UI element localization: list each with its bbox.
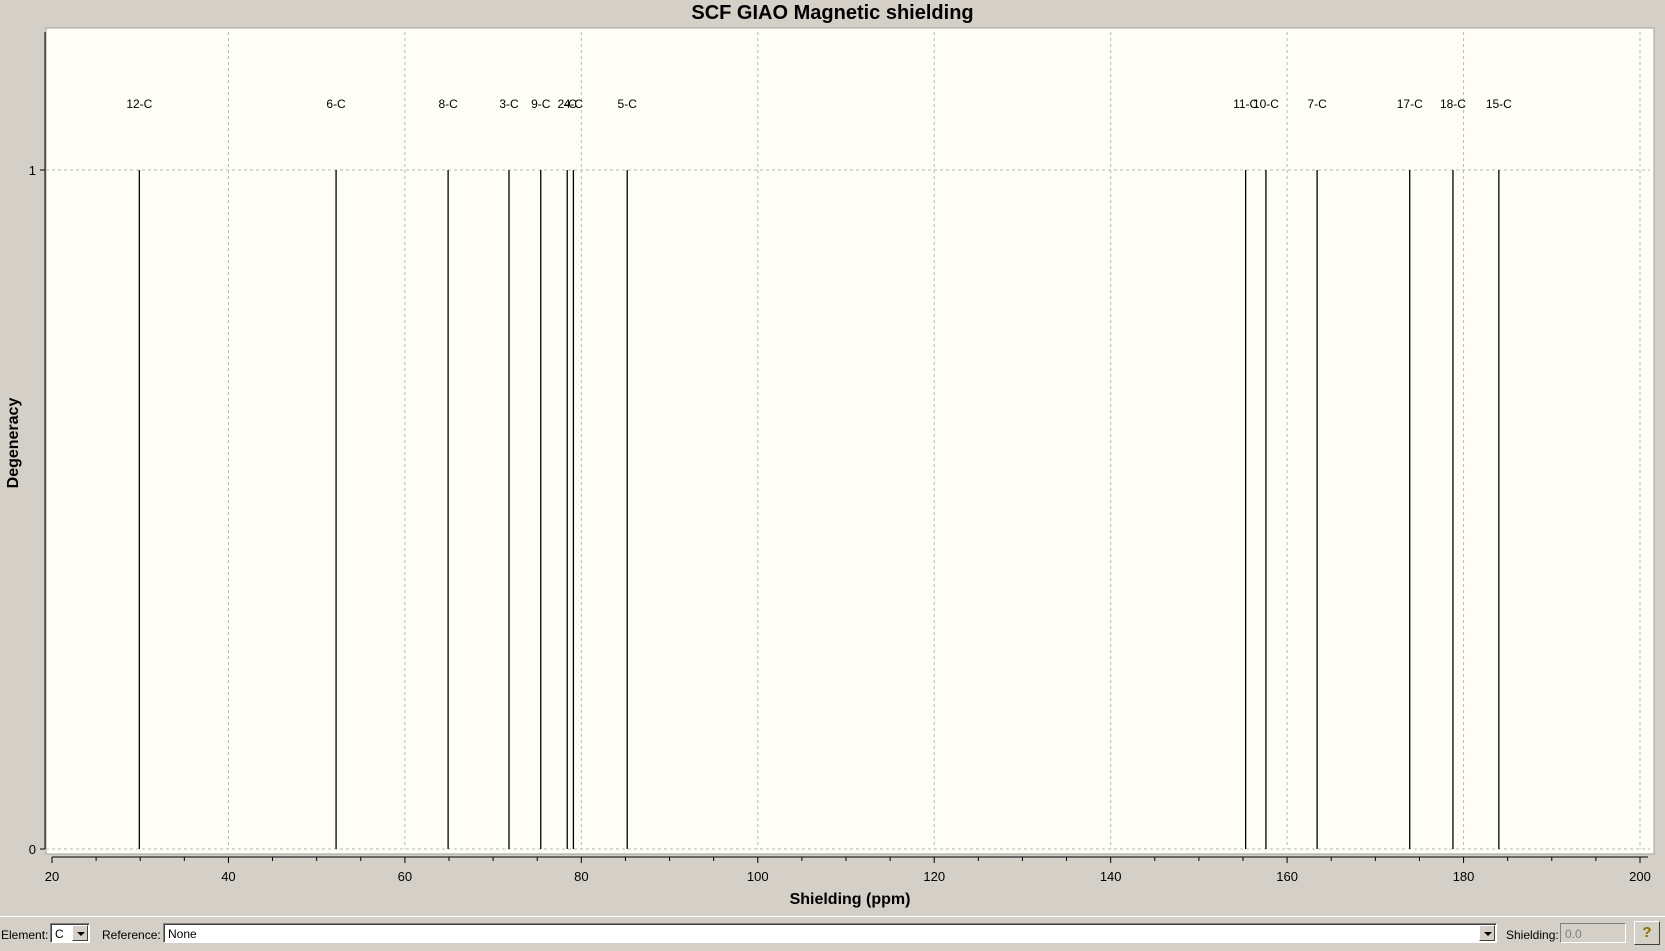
x-axis-title: Shielding (ppm) — [790, 891, 911, 908]
controls-bar: Element: C Reference: None Shielding: 0.… — [0, 916, 1665, 951]
y-tick-label: 1 — [29, 163, 36, 178]
peak-label: 17-C — [1397, 97, 1423, 111]
x-tick-label: 80 — [574, 869, 588, 884]
reference-label: Reference: — [102, 928, 161, 942]
x-tick-label: 120 — [923, 869, 945, 884]
x-tick-label: 180 — [1453, 869, 1475, 884]
shielding-field-value: 0.0 — [1565, 927, 1582, 941]
x-tick-label: 60 — [398, 869, 412, 884]
nmr-spectrum-window: SCF GIAO Magnetic shielding 12-C 6-C 8-C 3-… — [0, 0, 1665, 951]
reference-select-value: None — [168, 927, 197, 941]
peak-label: 18-C — [1440, 97, 1466, 111]
element-label: Element: — [1, 928, 49, 942]
peak-label: 4-C — [564, 97, 584, 111]
x-tick-label: 140 — [1100, 869, 1122, 884]
reference-dropdown-icon[interactable] — [1479, 925, 1495, 941]
x-tick-label: 100 — [747, 869, 769, 884]
shielding-field: 0.0 — [1560, 923, 1626, 943]
x-tick-label: 160 — [1276, 869, 1298, 884]
peak-label: 5-C — [618, 97, 638, 111]
peak-label: 12-C — [126, 97, 152, 111]
peak-label: 10-C — [1253, 97, 1279, 111]
spectrum-chart[interactable]: 12-C 6-C 8-C 3-C 9-C 2-C4-C 5-C 11-C10-C 7-C 17-C… — [0, 0, 1665, 916]
x-tick-label: 40 — [221, 869, 235, 884]
peak-label: 7-C — [1307, 97, 1327, 111]
reference-select[interactable]: None — [163, 923, 1497, 943]
peak-label: 8-C — [438, 97, 458, 111]
element-select[interactable]: C — [50, 923, 90, 943]
element-select-value: C — [55, 927, 64, 941]
x-tick-label: 20 — [45, 869, 59, 884]
peak-label: 9-C — [531, 97, 551, 111]
help-button[interactable]: ? — [1634, 921, 1660, 945]
y-axis-title: Degeneracy — [5, 398, 22, 489]
peak-label: 6-C — [326, 97, 346, 111]
y-tick-label: 0 — [29, 842, 36, 857]
peak-label: 3-C — [499, 97, 519, 111]
element-dropdown-icon[interactable] — [72, 925, 88, 941]
plot-area — [45, 27, 1655, 855]
x-tick-label: 200 — [1629, 869, 1651, 884]
shielding-label: Shielding: — [1506, 928, 1559, 942]
peak-label: 15-C — [1486, 97, 1512, 111]
